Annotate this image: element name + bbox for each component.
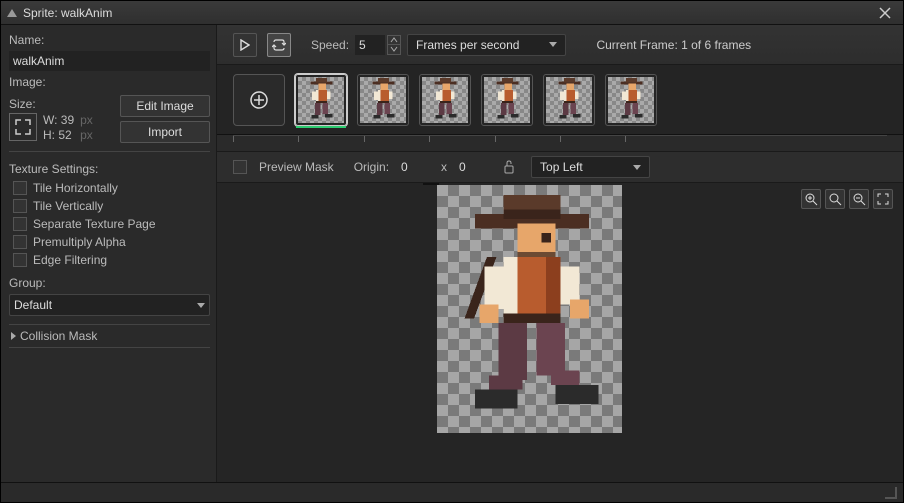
frame-thumb[interactable]	[605, 74, 657, 126]
import-button[interactable]: Import	[120, 121, 210, 143]
chevron-down-icon	[197, 303, 205, 308]
tile-vertically-row[interactable]: Tile Vertically	[9, 198, 210, 214]
separate-texture-label: Separate Texture Page	[33, 217, 156, 231]
chevron-right-icon	[11, 332, 16, 340]
timeline[interactable]	[233, 135, 887, 145]
checkbox-icon[interactable]	[13, 217, 27, 231]
premultiply-alpha-row[interactable]: Premultiply Alpha	[9, 234, 210, 250]
titlebar: Sprite: walkAnim	[1, 1, 903, 25]
checkbox-icon[interactable]	[13, 181, 27, 195]
group-select[interactable]: Default	[9, 294, 210, 316]
play-button[interactable]	[233, 33, 257, 57]
speed-input[interactable]	[355, 35, 385, 55]
sprite-preview	[437, 185, 622, 433]
preview-mask-label: Preview Mask	[259, 160, 334, 174]
tile-vertically-label: Tile Vertically	[33, 199, 103, 213]
collision-mask-label: Collision Mask	[20, 329, 97, 343]
frame-thumb[interactable]	[357, 74, 409, 126]
add-frame-button[interactable]	[233, 74, 285, 126]
anchor-label: Top Left	[540, 160, 583, 174]
preview-mask-checkbox[interactable]	[233, 160, 247, 174]
collision-mask-section[interactable]: Collision Mask	[9, 324, 210, 348]
chevron-down-icon	[633, 165, 641, 170]
speed-spinner[interactable]	[387, 35, 401, 55]
speed-unit-select[interactable]: Frames per second	[407, 34, 566, 56]
checkbox-icon[interactable]	[13, 235, 27, 249]
sidebar: Name: walkAnim Image: Size: W: 39 H: 52	[1, 25, 217, 482]
playback-toolbar: Speed: Frames per second Current Frame: …	[217, 25, 903, 65]
speed-unit-label: Frames per second	[416, 38, 519, 52]
origin-label: Origin:	[354, 160, 389, 174]
spinner-down-icon[interactable]	[387, 45, 401, 55]
loop-button[interactable]	[267, 33, 291, 57]
zoom-tools	[801, 189, 893, 209]
checkbox-icon[interactable]	[13, 253, 27, 267]
px-unit-1: px	[80, 113, 93, 127]
zoom-reset-button[interactable]	[825, 189, 845, 209]
zoom-out-button[interactable]	[849, 189, 869, 209]
main-area: Speed: Frames per second Current Frame: …	[217, 25, 903, 482]
frame-thumb[interactable]	[419, 74, 471, 126]
edge-filtering-row[interactable]: Edge Filtering	[9, 252, 210, 268]
lock-icon[interactable]	[499, 157, 519, 177]
spinner-up-icon[interactable]	[387, 35, 401, 45]
resize-grip-icon[interactable]	[885, 487, 897, 499]
premultiply-alpha-label: Premultiply Alpha	[33, 235, 126, 249]
speed-label: Speed:	[311, 38, 349, 52]
size-label: Size:	[9, 97, 93, 111]
chevron-down-icon	[549, 42, 557, 47]
close-button[interactable]	[873, 1, 897, 25]
anchor-select[interactable]: Top Left	[531, 156, 650, 178]
sprite-canvas[interactable]	[217, 183, 903, 482]
frame-strip	[217, 65, 903, 135]
origin-y-input[interactable]	[459, 160, 487, 174]
frame-thumb[interactable]	[481, 74, 533, 126]
name-input[interactable]: walkAnim	[9, 51, 210, 71]
height-value: H: 52	[43, 128, 74, 142]
px-unit-2: px	[80, 128, 93, 142]
edge-filtering-label: Edge Filtering	[33, 253, 107, 267]
resize-icon[interactable]	[9, 113, 37, 141]
group-value: Default	[14, 298, 52, 312]
preview-toolbar: Preview Mask Origin: x Top Left	[217, 151, 903, 183]
x-separator: x	[441, 160, 447, 174]
group-label: Group:	[9, 274, 210, 292]
zoom-in-button[interactable]	[801, 189, 821, 209]
image-label: Image:	[9, 73, 210, 91]
checkbox-icon[interactable]	[13, 199, 27, 213]
window-title: Sprite: walkAnim	[23, 6, 873, 20]
name-label: Name:	[9, 31, 210, 49]
tile-horizontally-label: Tile Horizontally	[33, 181, 118, 195]
edit-image-button[interactable]: Edit Image	[120, 95, 210, 117]
frame-thumb[interactable]	[295, 74, 347, 126]
origin-x-input[interactable]	[401, 160, 429, 174]
width-value: W: 39	[43, 113, 74, 127]
statusbar	[1, 482, 903, 502]
current-frame-label: Current Frame: 1 of 6 frames	[596, 38, 751, 52]
window-icon	[7, 9, 17, 17]
tile-horizontally-row[interactable]: Tile Horizontally	[9, 180, 210, 196]
frame-thumb[interactable]	[543, 74, 595, 126]
fit-screen-button[interactable]	[873, 189, 893, 209]
texture-settings-label: Texture Settings:	[9, 160, 210, 178]
separate-texture-row[interactable]: Separate Texture Page	[9, 216, 210, 232]
